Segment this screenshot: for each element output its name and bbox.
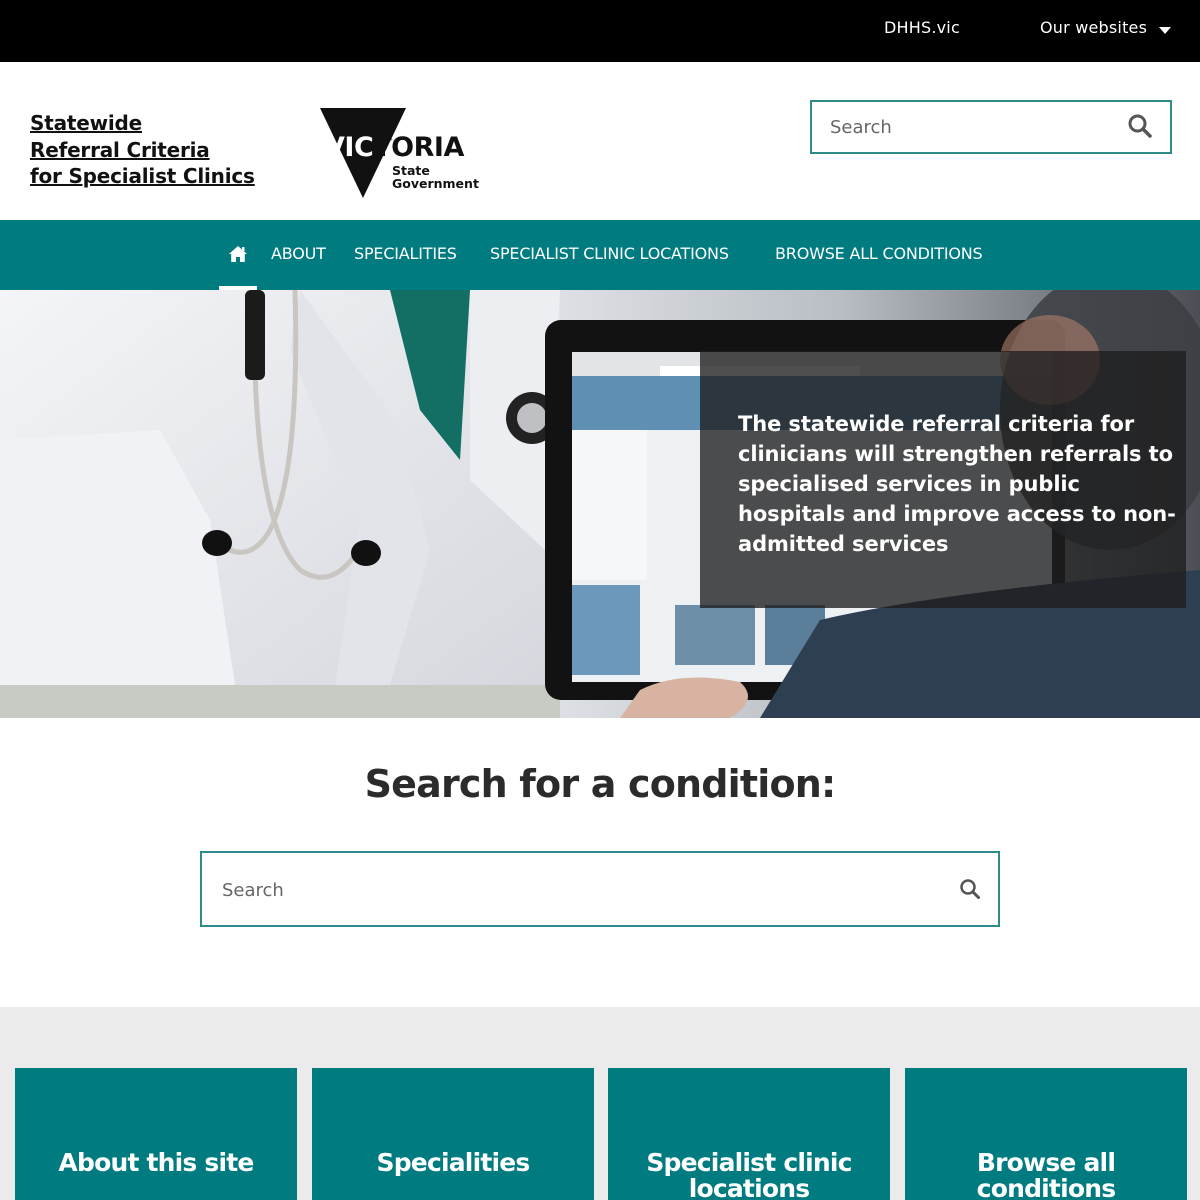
victoria-state-government-logo[interactable]: VICTORIA State Government bbox=[320, 108, 490, 200]
stethoscope-chestpiece-inner bbox=[517, 403, 547, 433]
search-icon bbox=[1128, 114, 1152, 138]
stethoscope-earpiece bbox=[351, 540, 381, 566]
header-search-box bbox=[810, 100, 1172, 154]
stethoscope-tube-dark bbox=[245, 290, 265, 380]
site-title-line: for Specialist Clinics bbox=[30, 164, 255, 188]
stethoscope-earpiece bbox=[202, 530, 232, 556]
condition-search-section: Search for a condition: bbox=[0, 718, 1200, 1008]
condition-search-button[interactable] bbox=[958, 877, 982, 901]
logo-subtitle: State Government bbox=[392, 164, 479, 190]
nav-specialities[interactable]: SPECIALITIES bbox=[354, 244, 457, 263]
site-title-line: Referral Criteria bbox=[30, 137, 210, 162]
hero-caption-text: The statewide referral criteria for clin… bbox=[738, 412, 1176, 556]
search-icon bbox=[960, 879, 980, 899]
header-search-button[interactable] bbox=[1126, 112, 1154, 140]
nav-home[interactable] bbox=[219, 220, 257, 290]
nav-about[interactable]: ABOUT bbox=[271, 244, 326, 263]
tile-specialities[interactable]: Specialities bbox=[312, 1068, 594, 1200]
tile-label: Specialities bbox=[376, 1148, 530, 1177]
header-search-input[interactable] bbox=[830, 114, 1110, 140]
site-title-link[interactable]: Statewide Referral Criteria for Speciali… bbox=[30, 110, 255, 190]
site-hotline-box bbox=[572, 585, 640, 675]
condition-search-input[interactable] bbox=[222, 876, 922, 904]
site-menu bbox=[572, 430, 647, 580]
hero-caption-box: The statewide referral criteria for clin… bbox=[700, 351, 1186, 608]
site-photo bbox=[675, 605, 755, 665]
nav-specialist-clinic-locations[interactable]: SPECIALIST CLINIC LOCATIONS bbox=[490, 244, 729, 263]
quick-links-section: About this site Specialities Specialist … bbox=[0, 1007, 1200, 1200]
logo-wordmark: VICTORIA bbox=[324, 132, 464, 163]
hero-banner: The statewide referral criteria for clin… bbox=[0, 290, 1200, 718]
dhhs-link[interactable]: DHHS.vic bbox=[884, 18, 960, 37]
main-nav: ABOUT SPECIALITIES SPECIALIST CLINIC LOC… bbox=[0, 220, 1200, 290]
caret-down-icon[interactable] bbox=[1159, 27, 1171, 34]
logo-subtitle-line: Government bbox=[392, 176, 479, 191]
site-title-line: Statewide bbox=[30, 111, 142, 135]
tile-label: Browse all conditions bbox=[976, 1148, 1116, 1200]
logo-word-prefix: VIC bbox=[324, 132, 374, 163]
desk-surface bbox=[0, 685, 560, 718]
nav-browse-all-conditions[interactable]: BROWSE ALL CONDITIONS bbox=[775, 244, 983, 263]
logo-word-suffix: TORIA bbox=[373, 132, 464, 163]
condition-search-box bbox=[200, 851, 1000, 927]
utility-bar: DHHS.vic Our websites bbox=[0, 0, 1200, 62]
tile-about-this-site[interactable]: About this site bbox=[15, 1068, 297, 1200]
condition-search-heading: Search for a condition: bbox=[364, 762, 837, 806]
site-header: Statewide Referral Criteria for Speciali… bbox=[0, 62, 1200, 220]
our-websites-dropdown[interactable]: Our websites bbox=[1040, 18, 1147, 37]
home-icon bbox=[229, 246, 247, 262]
tile-browse-all-conditions[interactable]: Browse all conditions bbox=[905, 1068, 1187, 1200]
tile-label: Specialist clinic locations bbox=[646, 1148, 852, 1200]
tile-label: About this site bbox=[58, 1148, 254, 1177]
tile-specialist-clinic-locations[interactable]: Specialist clinic locations bbox=[608, 1068, 890, 1200]
